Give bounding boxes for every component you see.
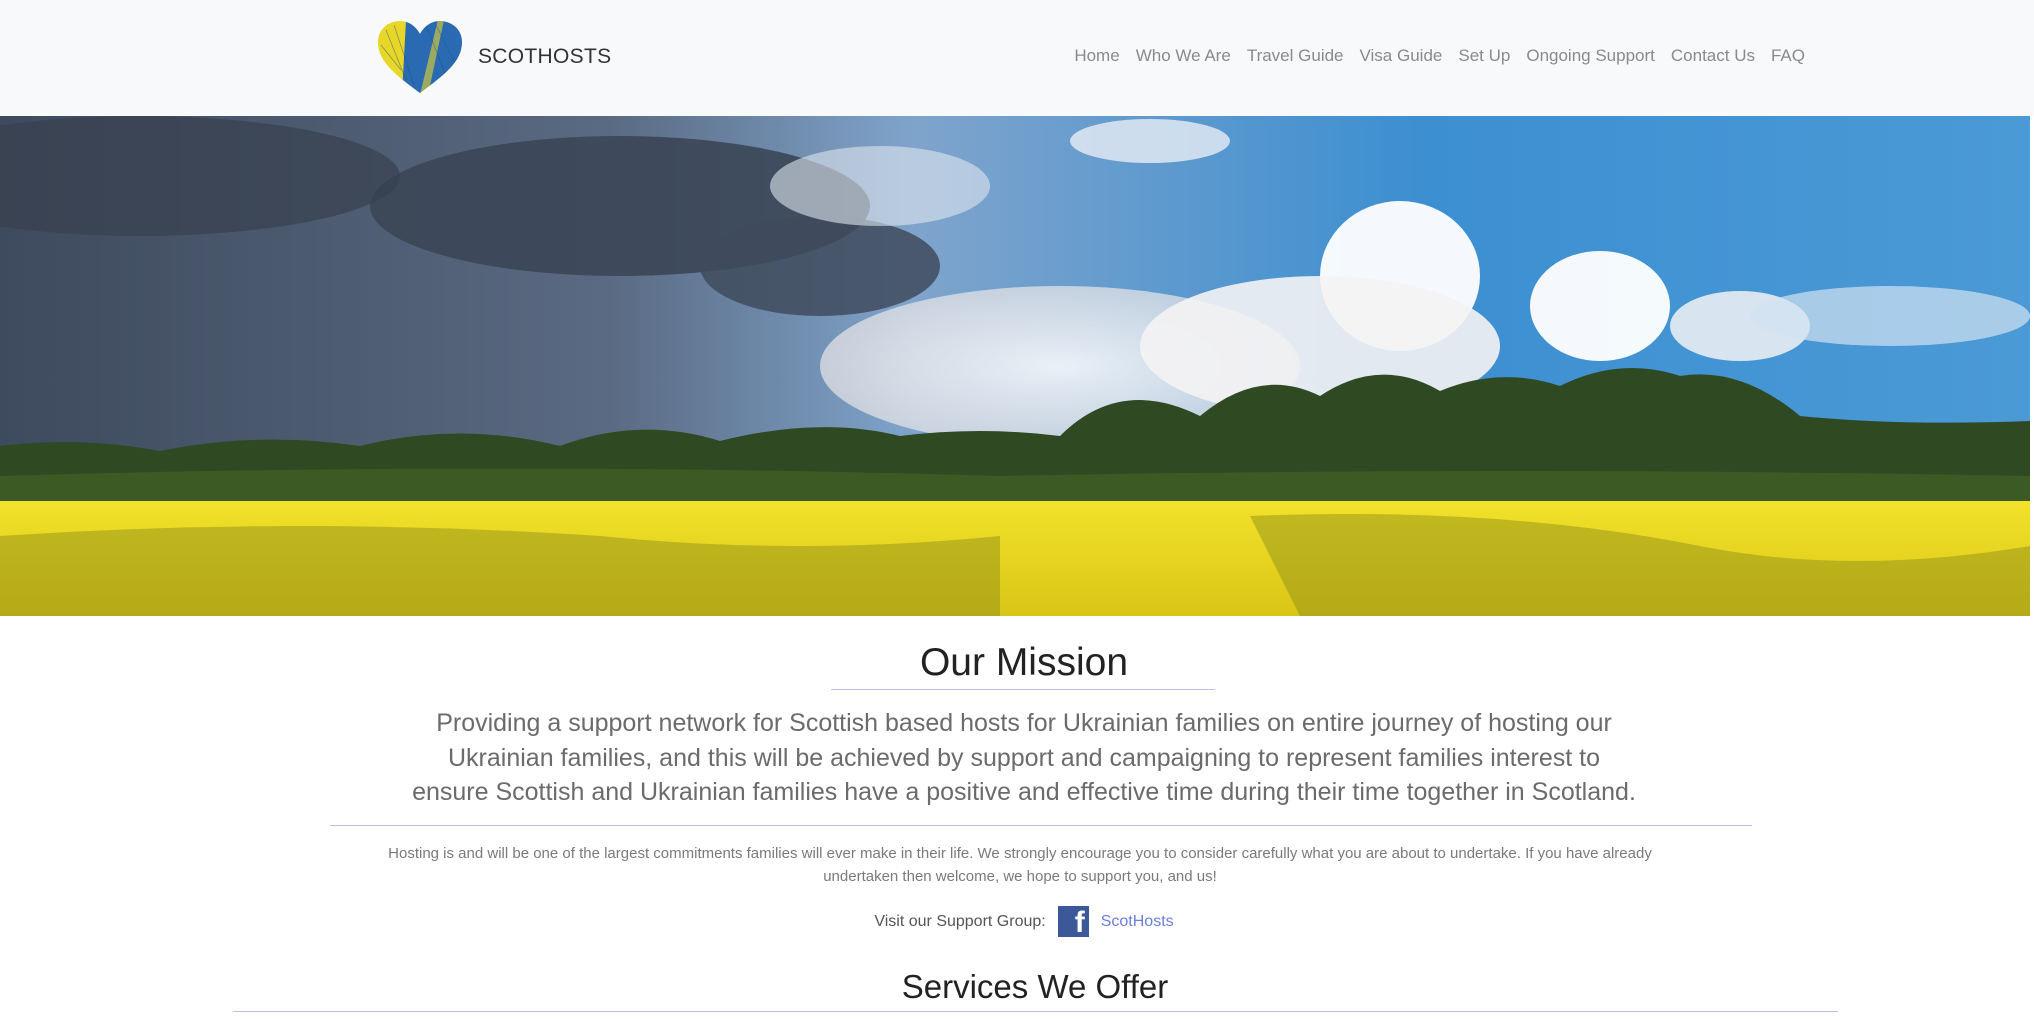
main-nav: Home Who We Are Travel Guide Visa Guide … [1074, 46, 1805, 66]
nav-who-we-are[interactable]: Who We Are [1136, 46, 1231, 66]
nav-visa-guide[interactable]: Visa Guide [1360, 46, 1443, 66]
support-group: Visit our Support Group: f ScotHosts [0, 906, 2034, 939]
mission-statement: Providing a support network for Scottish… [412, 709, 1636, 806]
mission-title: Our Mission [919, 641, 1129, 684]
mission-divider [831, 689, 1215, 690]
section-divider [330, 825, 1752, 826]
nav-faq[interactable]: FAQ [1771, 46, 1805, 66]
heart-logo-icon[interactable] [376, 20, 464, 95]
nav-contact-us[interactable]: Contact Us [1671, 46, 1755, 66]
site-header: SCOTHOSTS Home Who We Are Travel Guide V… [0, 0, 2034, 116]
brand-name[interactable]: SCOTHOSTS [478, 45, 611, 69]
support-group-link[interactable]: ScotHosts [1101, 913, 1174, 931]
nav-home[interactable]: Home [1074, 46, 1119, 66]
page: SCOTHOSTS Home Who We Are Travel Guide V… [0, 0, 2034, 1020]
nav-travel-guide[interactable]: Travel Guide [1247, 46, 1344, 66]
services-title: Services We Offer [901, 968, 1169, 1005]
hosting-note: Hosting is and will be one of the larges… [388, 845, 1652, 885]
support-label: Visit our Support Group: [874, 912, 1046, 930]
services-divider [233, 1011, 1838, 1012]
facebook-icon[interactable]: f [1057, 906, 1089, 939]
nav-ongoing-support[interactable]: Ongoing Support [1526, 46, 1655, 66]
nav-set-up[interactable]: Set Up [1458, 46, 1510, 66]
hero-image [0, 116, 2030, 616]
